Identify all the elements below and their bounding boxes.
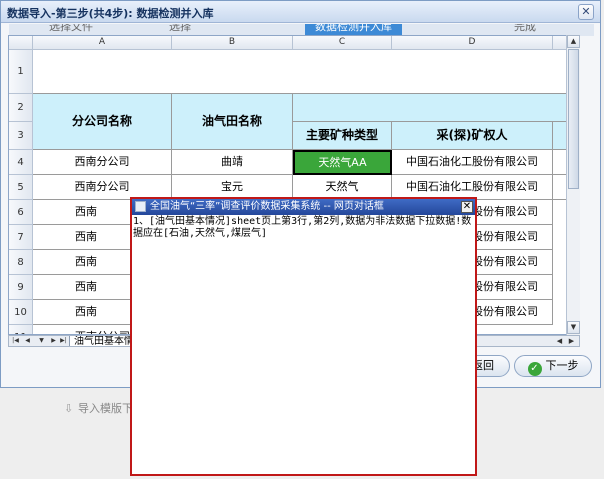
column-header-a[interactable]: A	[33, 36, 172, 50]
header-cell-company[interactable]: 分公司名称	[33, 94, 172, 150]
download-icon: ⇩	[64, 402, 74, 415]
download-template-label: 导入模版下	[78, 402, 133, 415]
row-header-2[interactable]: 2	[9, 94, 33, 122]
table-cell[interactable]: 曲靖	[172, 150, 293, 175]
row-header-11[interactable]: 11	[9, 325, 33, 334]
download-template-link[interactable]: ⇩ 导入模版下	[64, 400, 133, 416]
row-header-3[interactable]: 3	[9, 122, 33, 150]
sheet-tab[interactable]: 油气田基本情	[69, 336, 139, 346]
table-cell[interactable]: 西南分公司	[33, 150, 172, 175]
prev-sheet-icon[interactable]: ◀	[23, 336, 32, 346]
last-sheet-icon[interactable]: ▶|	[59, 336, 68, 346]
sheet-menu-icon[interactable]: ▼	[37, 336, 46, 346]
sheet-corner[interactable]	[9, 36, 33, 50]
next-sheet-icon[interactable]: ▶	[49, 336, 58, 346]
screen: 数据导入-第三步(共4步): 数据检测并入库 ✕ 选择文件 选择 数据检测并入库…	[0, 0, 604, 479]
sheet-vertical-scrollbar[interactable]: ▲ ▼	[566, 35, 580, 335]
ie-page-icon	[135, 201, 146, 212]
dialog-message: 1、[油气田基本情况]sheet页上第3行,第2列,数据为非法数据下拉数据!数据…	[133, 216, 472, 239]
header-cell-owner[interactable]: 采(探)矿权人	[392, 122, 553, 150]
window-title: 数据导入-第三步(共4步): 数据检测并入库	[7, 7, 214, 20]
next-button-label: 下一步	[545, 359, 579, 372]
row-header-4[interactable]: 4	[9, 150, 33, 175]
cell-row1[interactable]	[33, 50, 579, 94]
dialog-close-button[interactable]: ✕	[461, 201, 473, 213]
window-titlebar: 数据导入-第三步(共4步): 数据检测并入库 ✕	[1, 1, 600, 23]
web-dialog: 全国油气“三率”调查评价数据采集系统 -- 网页对话框 ✕ 1、[油气田基本情况…	[130, 197, 477, 476]
column-header-d[interactable]: D	[392, 36, 553, 50]
header-cell-field[interactable]: 油气田名称	[172, 94, 293, 150]
row-header-6[interactable]: 6	[9, 200, 33, 225]
column-header-b[interactable]: B	[172, 36, 293, 50]
dialog-titlebar: 全国油气“三率”调查评价数据采集系统 -- 网页对话框 ✕	[132, 199, 475, 215]
row-header-10[interactable]: 10	[9, 300, 33, 325]
row-header-7[interactable]: 7	[9, 225, 33, 250]
scrollbar-thumb[interactable]	[568, 49, 579, 189]
scroll-up-arrow-icon[interactable]: ▲	[567, 35, 580, 48]
window-close-button[interactable]: ✕	[578, 4, 594, 20]
row-header-5[interactable]: 5	[9, 175, 33, 200]
check-icon: ✓	[527, 362, 542, 376]
column-header-c[interactable]: C	[293, 36, 392, 50]
scroll-right-arrow-icon[interactable]: ▶	[566, 336, 577, 346]
header-cell-mineral[interactable]: 主要矿种类型	[293, 122, 392, 150]
row-header-8[interactable]: 8	[9, 250, 33, 275]
header-cell-group[interactable]	[293, 94, 579, 122]
scroll-down-arrow-icon[interactable]: ▼	[567, 321, 580, 334]
row-header-9[interactable]: 9	[9, 275, 33, 300]
first-sheet-icon[interactable]: |◀	[11, 336, 20, 346]
next-button[interactable]: ✓ 下一步	[514, 355, 592, 377]
dialog-title: 全国油气“三率”调查评价数据采集系统 -- 网页对话框	[150, 201, 384, 212]
row-header-1[interactable]: 1	[9, 50, 33, 94]
scroll-left-arrow-icon[interactable]: ◀	[554, 336, 565, 346]
selected-cell[interactable]: 天然气AA	[293, 150, 392, 175]
table-cell[interactable]: 中国石油化工股份有限公司	[392, 150, 553, 175]
